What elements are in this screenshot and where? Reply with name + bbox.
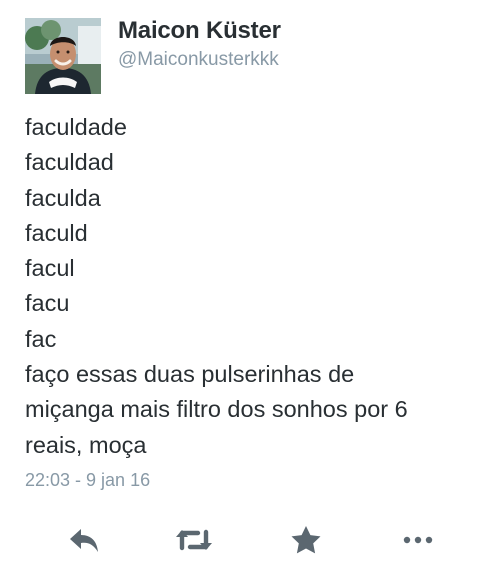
retweet-button[interactable] bbox=[174, 520, 214, 560]
star-icon bbox=[291, 525, 321, 553]
tweet-line: reais, moça bbox=[25, 431, 147, 458]
tweet-card: Maicon Küster @Maiconkusterkkk faculdade… bbox=[0, 0, 500, 565]
tweet-line: faculdade bbox=[25, 114, 127, 140]
favorite-button[interactable] bbox=[286, 520, 326, 560]
tweet-line: faculd bbox=[25, 219, 88, 246]
more-button[interactable] bbox=[398, 520, 438, 560]
more-icon bbox=[403, 536, 433, 544]
tweet-line: miçanga mais filtro dos sonhos por 6 bbox=[25, 396, 408, 423]
tweet-line: faculda bbox=[25, 184, 101, 211]
tweet-text: faculdade faculdad faculda faculd facul … bbox=[25, 110, 480, 463]
tweet-line: faço essas duas pulserinhas de bbox=[25, 361, 355, 388]
tweet-actions bbox=[0, 520, 500, 560]
reply-icon bbox=[70, 529, 98, 552]
author-name[interactable]: Maicon Küster bbox=[118, 17, 281, 45]
retweet-icon bbox=[176, 529, 212, 551]
tweet-line: faculdad bbox=[25, 149, 114, 176]
tweet-line: facul bbox=[25, 255, 75, 282]
tweet-timestamp[interactable]: 22:03 - 9 jan 16 bbox=[25, 470, 150, 491]
profile-photo-icon bbox=[25, 18, 101, 94]
avatar[interactable] bbox=[25, 18, 101, 94]
tweet-line: fac bbox=[25, 325, 57, 352]
author-handle[interactable]: @Maiconkusterkkk bbox=[118, 49, 279, 71]
reply-button[interactable] bbox=[64, 520, 104, 560]
tweet-line: facu bbox=[25, 290, 70, 317]
